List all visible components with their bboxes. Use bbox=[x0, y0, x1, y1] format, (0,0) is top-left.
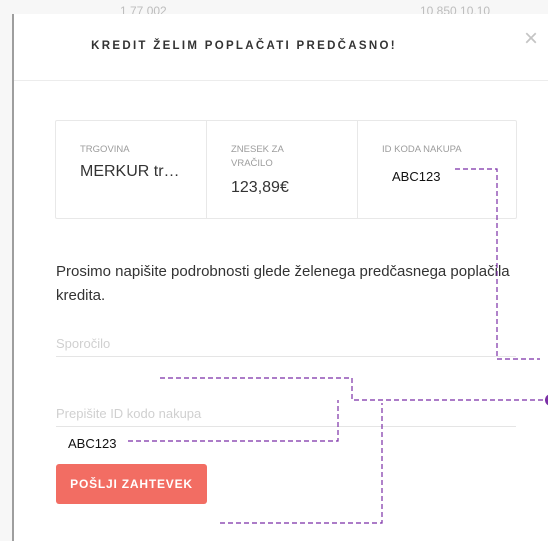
form-description: Prosimo napišite podrobnosti glede želen… bbox=[56, 263, 510, 304]
early-repayment-modal: KREDIT ŽELIM POPLAČATI PREDČASNO! × TRGO… bbox=[12, 14, 548, 541]
purchase-id-value: ABC123 bbox=[392, 169, 441, 184]
amount-label: ZNESEK ZA VRAČILO bbox=[231, 144, 284, 169]
message-input[interactable] bbox=[56, 330, 516, 357]
purchase-id-label: ID KODA NAKUPA bbox=[382, 144, 462, 155]
modal-title: KREDIT ŽELIM POPLAČATI PREDČASNO! bbox=[91, 40, 397, 52]
amount-value: 123,89€ bbox=[231, 179, 289, 196]
store-column: TRGOVINA MERKUR tr… bbox=[56, 121, 206, 218]
amount-column: ZNESEK ZA VRAČILO 123,89€ bbox=[206, 121, 357, 218]
store-value: MERKUR tr… bbox=[80, 163, 180, 180]
purchase-code-input[interactable] bbox=[56, 400, 516, 427]
close-icon[interactable]: × bbox=[520, 27, 542, 51]
submit-request-button[interactable]: POŠLJI ZAHTEVEK bbox=[56, 464, 207, 504]
typed-purchase-code: ABC123 bbox=[68, 436, 117, 451]
purchase-summary-card: TRGOVINA MERKUR tr… ZNESEK ZA VRAČILO 12… bbox=[55, 120, 517, 219]
purchase-id-column: ID KODA NAKUPA ABC123 bbox=[357, 121, 516, 218]
store-label: TRGOVINA bbox=[80, 144, 130, 155]
modal-header: KREDIT ŽELIM POPLAČATI PREDČASNO! × bbox=[14, 14, 548, 81]
